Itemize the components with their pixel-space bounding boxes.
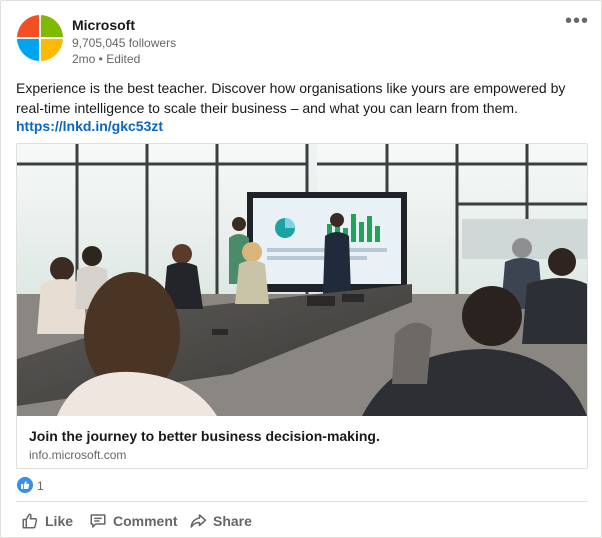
- feed-post: Microsoft 9,705,045 followers 2mo • Edit…: [0, 0, 602, 538]
- logo-tile-red: [17, 15, 39, 37]
- comment-icon: [90, 514, 106, 528]
- company-name[interactable]: Microsoft: [72, 17, 135, 33]
- comment-label: Comment: [113, 513, 178, 529]
- like-button[interactable]: Like: [21, 507, 73, 535]
- post-meta: 2mo • Edited: [72, 52, 141, 66]
- card-footer[interactable]: Join the journey to better business deci…: [17, 416, 587, 468]
- divider: [16, 501, 588, 502]
- like-label: Like: [45, 513, 74, 529]
- reaction-count: 1: [37, 479, 44, 493]
- thumbs-up-icon: [22, 513, 38, 529]
- more-options-button[interactable]: •••: [565, 11, 589, 31]
- follower-count: 9,705,045 followers: [72, 36, 177, 50]
- meeting-room-photo[interactable]: [17, 144, 587, 416]
- comment-button[interactable]: Comment: [89, 507, 178, 535]
- logo-tile-green: [41, 15, 63, 37]
- card-domain: info.microsoft.com: [29, 448, 127, 462]
- post-text: Experience is the best teacher. Discover…: [16, 80, 566, 116]
- article-card[interactable]: Join the journey to better business deci…: [16, 143, 588, 469]
- company-logo[interactable]: [17, 15, 63, 61]
- logo-tile-blue: [17, 39, 39, 61]
- like-icon: [17, 477, 33, 493]
- share-label: Share: [213, 513, 252, 529]
- share-button[interactable]: Share: [189, 507, 252, 535]
- card-title[interactable]: Join the journey to better business deci…: [29, 428, 380, 444]
- logo-tile-yellow: [41, 39, 63, 61]
- share-icon: [190, 514, 207, 528]
- post-link[interactable]: https://lnkd.in/gkc53zt: [16, 118, 163, 134]
